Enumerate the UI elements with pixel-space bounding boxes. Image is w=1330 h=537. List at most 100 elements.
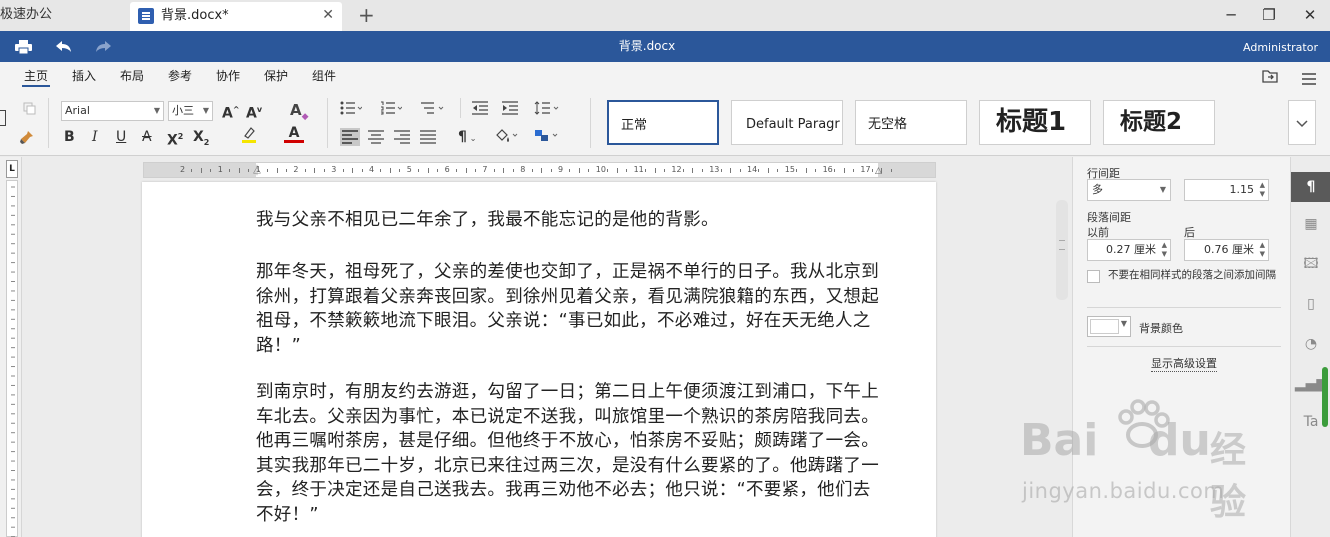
italic-icon[interactable]: I xyxy=(92,128,98,146)
ruler-tick xyxy=(352,168,354,173)
decrease-font-icon[interactable]: Av xyxy=(246,101,262,123)
menu-insert[interactable]: 插入 xyxy=(72,62,96,90)
paragraph[interactable]: 到南京时，有朋友约去游逛，勾留了一日；第二日上午便须渡江到浦口，下午上车北去。父… xyxy=(256,380,881,527)
paragraph-mark-icon[interactable]: ¶ ⌄ xyxy=(458,128,476,148)
justify-icon[interactable] xyxy=(420,130,436,149)
menu-collaborate[interactable]: 协作 xyxy=(216,62,240,90)
font-color-icon[interactable]: A xyxy=(284,126,304,143)
ruler-tick xyxy=(531,169,533,172)
indent-marker-icon[interactable]: ⏃ xyxy=(252,163,262,177)
sidebar-scroll-thumb[interactable] xyxy=(1322,367,1328,427)
underline-icon[interactable]: U xyxy=(116,128,126,146)
ruler-tick xyxy=(843,168,845,173)
clear-format-icon[interactable]: A◆ xyxy=(290,101,309,126)
bullet-list-icon[interactable] xyxy=(340,101,363,120)
document-page[interactable]: 我与父亲不相见已二年余了，我最不能忘记的是他的背影。 那年冬天，祖母死了，父亲的… xyxy=(142,182,936,537)
superscript-icon[interactable]: X2 xyxy=(167,128,183,150)
style-no-spacing[interactable]: 无空格 xyxy=(855,100,967,145)
style-heading-2[interactable]: 标题2 xyxy=(1103,100,1215,145)
image-settings-icon[interactable]: 🖾 xyxy=(1291,249,1330,279)
tab-stop-selector[interactable]: L xyxy=(6,160,18,178)
background-color-picker[interactable]: ▼ xyxy=(1087,316,1131,337)
menu-protect[interactable]: 保护 xyxy=(264,62,288,90)
numbered-list-icon[interactable] xyxy=(380,101,403,120)
ruler-tick xyxy=(588,169,590,172)
close-window-button[interactable]: ✕ xyxy=(1292,0,1328,31)
ruler-tick xyxy=(805,168,807,173)
font-size-select[interactable]: 小三 ▼ xyxy=(168,101,213,121)
style-normal[interactable]: 正常 xyxy=(607,100,719,145)
ruler-mark: 1 xyxy=(217,165,223,174)
restore-button[interactable]: ❐ xyxy=(1251,0,1287,31)
ruler-tick xyxy=(503,168,505,173)
style-heading-1[interactable]: 标题1 xyxy=(979,100,1091,145)
spacing-before-input[interactable]: 0.27 厘米 ▲ ▼ xyxy=(1087,239,1171,261)
tab-label: 背景.docx* xyxy=(161,8,229,23)
shading-icon[interactable] xyxy=(494,128,520,149)
ruler-tick xyxy=(418,169,420,172)
increase-font-icon[interactable]: A^ xyxy=(222,101,240,123)
show-advanced-settings-link[interactable]: 显示高级设置 xyxy=(1151,355,1217,372)
ruler-mark: 10 xyxy=(595,165,606,174)
menu-references[interactable]: 参考 xyxy=(168,62,192,90)
menu-layout[interactable]: 布局 xyxy=(120,62,144,90)
line-spacing-icon[interactable] xyxy=(534,101,560,120)
styles-expand-button[interactable] xyxy=(1288,100,1316,145)
menu-home[interactable]: 主页 xyxy=(21,62,51,90)
borders-icon[interactable] xyxy=(534,128,560,149)
shape-settings-icon[interactable]: ◔ xyxy=(1291,329,1330,359)
hamburger-menu-icon[interactable] xyxy=(1302,70,1316,89)
tab-document[interactable]: 背景.docx* ✕ xyxy=(130,2,342,31)
line-spacing-mode-select[interactable]: 多 ▼ xyxy=(1087,179,1171,201)
subscript-icon[interactable]: X2 xyxy=(193,128,209,152)
header-footer-icon[interactable]: ▯ xyxy=(1291,289,1330,319)
copy-icon[interactable] xyxy=(22,102,36,116)
font-name-value: Arial xyxy=(65,104,90,117)
font-name-select[interactable]: Arial ▼ xyxy=(61,101,164,121)
multilevel-list-icon[interactable] xyxy=(420,101,444,120)
ruler-tick xyxy=(654,168,656,173)
horizontal-ruler[interactable]: 2 1 1 2 3 4 5 6 7 8 9 10 11 12 13 14 15 16 17 ⏃ △ xyxy=(143,162,936,178)
right-indent-icon[interactable]: △ xyxy=(875,166,882,176)
ruler-tick xyxy=(361,169,363,172)
spacing-after-input[interactable]: 0.76 厘米 ▲ ▼ xyxy=(1184,239,1269,261)
new-tab-button[interactable]: + xyxy=(358,0,375,30)
close-tab-icon[interactable]: ✕ xyxy=(322,2,334,29)
minimize-button[interactable]: ─ xyxy=(1213,0,1249,31)
title-bar: 背景.docx Administrator xyxy=(0,31,1330,62)
align-right-icon[interactable] xyxy=(394,130,410,149)
open-location-icon[interactable] xyxy=(1262,68,1278,87)
increase-indent-icon[interactable] xyxy=(502,101,518,120)
line-spacing-mode-value: 多 xyxy=(1092,183,1103,196)
vertical-ruler[interactable] xyxy=(6,180,18,537)
bold-icon[interactable]: B xyxy=(64,128,75,146)
ruler-tick xyxy=(626,169,628,172)
line-spacing-value-input[interactable]: 1.15 ▲ ▼ xyxy=(1184,179,1269,201)
ruler-tick xyxy=(323,169,325,172)
decrease-indent-icon[interactable] xyxy=(472,101,488,120)
style-default-paragraph[interactable]: Default Paragr xyxy=(731,100,843,145)
align-left-icon[interactable] xyxy=(340,128,360,146)
paragraph-settings-icon[interactable]: ¶ xyxy=(1291,172,1330,202)
ruler-mark: 16 xyxy=(822,165,833,174)
tab-bar: 极速办公 背景.docx* ✕ + ─ ❐ ✕ xyxy=(0,0,1330,31)
tab-jisu-office[interactable]: 极速办公 xyxy=(0,0,128,31)
ruler-mark: 8 xyxy=(520,165,526,174)
no-space-checkbox[interactable] xyxy=(1087,270,1100,283)
paragraph[interactable]: 那年冬天，祖母死了，父亲的差使也交卸了，正是祸不单行的日子。我从北京到徐州，打算… xyxy=(256,260,881,358)
highlight-color-icon[interactable] xyxy=(238,126,260,149)
font-size-value: 小三 xyxy=(172,104,194,117)
tab-label: 极速办公 xyxy=(0,7,53,22)
ruler-tick xyxy=(512,169,514,172)
format-painter-icon[interactable] xyxy=(18,130,34,144)
menu-plugins[interactable]: 组件 xyxy=(312,62,336,90)
table-settings-icon[interactable]: ▦ xyxy=(1291,209,1330,239)
strikethrough-icon[interactable]: A xyxy=(142,128,152,146)
paste-icon[interactable] xyxy=(0,110,6,126)
align-center-icon[interactable] xyxy=(368,130,384,149)
document-scrollbar[interactable] xyxy=(1056,200,1068,300)
ruler-tick xyxy=(380,169,382,172)
ruler-tick xyxy=(248,169,250,172)
user-name[interactable]: Administrator xyxy=(1243,31,1318,64)
paragraph[interactable]: 我与父亲不相见已二年余了，我最不能忘记的是他的背影。 xyxy=(256,208,881,233)
